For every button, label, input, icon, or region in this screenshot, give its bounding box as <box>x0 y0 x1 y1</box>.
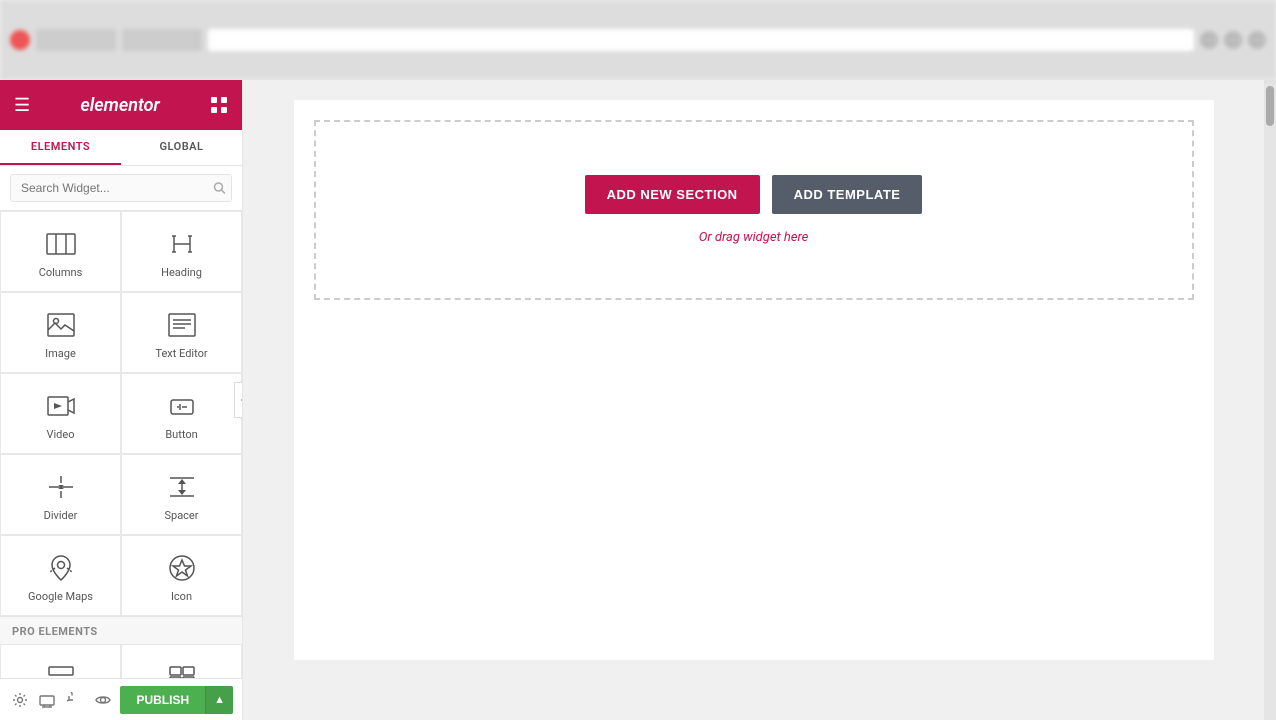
spacer-icon <box>166 471 198 503</box>
widget-portfolio[interactable]: Portfolio <box>121 644 242 678</box>
widget-heading[interactable]: Heading <box>121 211 242 292</box>
widget-text-editor[interactable]: Text Editor <box>121 292 242 373</box>
image-icon <box>45 309 77 341</box>
widget-columns[interactable]: Columns <box>0 211 121 292</box>
tab-global[interactable]: GLOBAL <box>121 130 242 165</box>
drop-zone: ADD NEW SECTION ADD TEMPLATE Or drag wid… <box>314 120 1194 300</box>
button-icon <box>166 390 198 422</box>
spacer-label: Spacer <box>164 509 198 522</box>
video-label: Video <box>47 428 75 441</box>
grid-icon[interactable] <box>210 96 228 114</box>
divider-icon <box>45 471 77 503</box>
pro-elements-label: PRO ELEMENTS <box>0 616 242 644</box>
divider-label: Divider <box>44 509 78 522</box>
portfolio-icon <box>166 661 198 678</box>
text-editor-label: Text Editor <box>155 347 207 360</box>
google-maps-icon <box>45 552 77 584</box>
drag-hint: Or drag widget here <box>699 230 809 245</box>
sidebar-header: ☰ elementor <box>0 80 242 130</box>
widgets-area: Columns H <box>0 211 242 678</box>
button-label: Button <box>165 428 197 441</box>
sidebar-collapse-btn[interactable] <box>234 382 243 418</box>
sidebar: ☰ elementor ELEMENTS GLOBAL <box>0 80 243 720</box>
history-button[interactable] <box>65 686 85 714</box>
publish-arrow-button[interactable]: ▲ <box>205 686 233 714</box>
widget-button[interactable]: Button <box>121 373 242 454</box>
widget-icon[interactable]: Icon <box>121 535 242 616</box>
video-icon <box>45 390 77 422</box>
elementor-logo: elementor <box>80 95 159 116</box>
icon-widget-icon <box>166 552 198 584</box>
tab-elements[interactable]: ELEMENTS <box>0 130 121 165</box>
settings-button[interactable] <box>10 686 30 714</box>
text-editor-icon <box>166 309 198 341</box>
heading-label: Heading <box>161 266 202 279</box>
canvas-inner: ADD NEW SECTION ADD TEMPLATE Or drag wid… <box>294 100 1214 660</box>
editor-wrap: ☰ elementor ELEMENTS GLOBAL <box>0 80 1276 720</box>
search-icon[interactable] <box>213 182 226 195</box>
sidebar-tabs: ELEMENTS GLOBAL <box>0 130 242 166</box>
search-wrap <box>0 166 242 211</box>
scrollbar-track[interactable] <box>1264 80 1276 720</box>
heading-icon <box>166 228 198 260</box>
canvas-area: ADD NEW SECTION ADD TEMPLATE Or drag wid… <box>243 80 1264 720</box>
bottom-toolbar: PUBLISH ▲ <box>0 678 243 720</box>
search-input[interactable] <box>10 174 232 202</box>
widget-video[interactable]: Video <box>0 373 121 454</box>
publish-button[interactable]: PUBLISH <box>120 686 205 714</box>
image-label: Image <box>45 347 76 360</box>
browser-bar <box>0 0 1276 80</box>
icon-widget-label: Icon <box>171 590 192 603</box>
drop-zone-buttons: ADD NEW SECTION ADD TEMPLATE <box>585 175 923 214</box>
widget-divider[interactable]: Divider <box>0 454 121 535</box>
preview-button[interactable] <box>93 686 113 714</box>
widget-google-maps[interactable]: Google Maps <box>0 535 121 616</box>
google-maps-label: Google Maps <box>28 590 93 603</box>
responsive-button[interactable] <box>38 686 58 714</box>
hamburger-icon[interactable]: ☰ <box>14 95 30 116</box>
publish-wrap: PUBLISH ▲ <box>120 686 233 714</box>
add-new-section-button[interactable]: ADD NEW SECTION <box>585 175 760 214</box>
add-template-button[interactable]: ADD TEMPLATE <box>772 175 923 214</box>
columns-icon <box>45 228 77 260</box>
widget-posts[interactable]: Posts <box>0 644 121 678</box>
scrollbar-thumb[interactable] <box>1266 86 1274 126</box>
columns-label: Columns <box>39 266 83 279</box>
posts-icon <box>45 661 77 678</box>
widgets-grid: Columns H <box>0 211 242 678</box>
widget-spacer[interactable]: Spacer <box>121 454 242 535</box>
widget-image[interactable]: Image <box>0 292 121 373</box>
